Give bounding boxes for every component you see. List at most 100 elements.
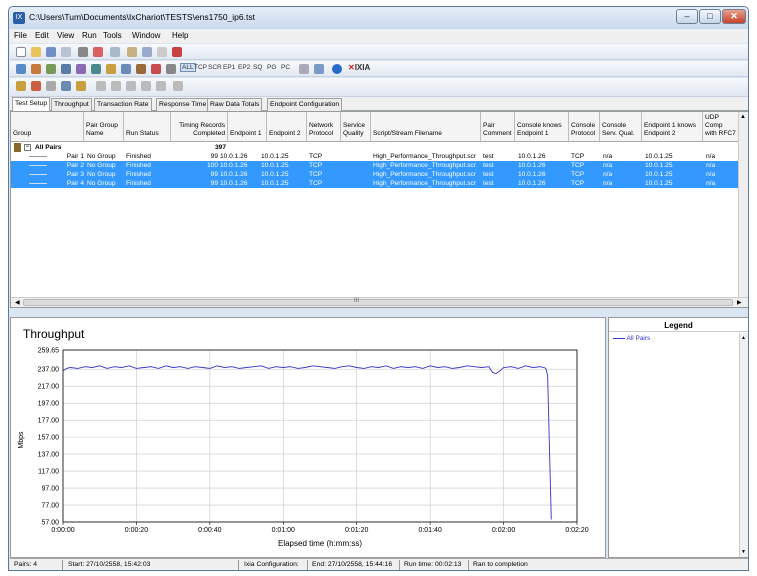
stop-icon[interactable] (93, 47, 103, 57)
filter-pc[interactable]: PC (281, 64, 290, 71)
group-row[interactable]: − All Pairs 397 (11, 143, 748, 152)
view-graph-icon[interactable] (111, 81, 121, 91)
open-icon[interactable] (31, 47, 41, 57)
forward-icon[interactable] (314, 64, 324, 74)
menu-window[interactable]: Window (132, 31, 160, 40)
abort-icon[interactable] (31, 81, 41, 91)
scroll-left-arrow-icon[interactable]: ◀ (15, 299, 20, 306)
tab-throughput[interactable]: Throughput (51, 98, 92, 111)
col-endpoint-2[interactable]: Endpoint 2 (267, 112, 307, 142)
legend-item[interactable]: All Pairs (613, 335, 650, 342)
table-row[interactable]: Pair 4 No Group Finished 99 10.0.1.26 10… (11, 179, 748, 188)
col-pair-group-name[interactable]: Pair Group Name (84, 112, 124, 142)
tab-transaction-rate[interactable]: Transaction Rate (94, 98, 152, 111)
copy-icon[interactable] (110, 47, 120, 57)
add-multicast-icon[interactable] (31, 64, 41, 74)
throughput-chart-pane: Throughput 259.65 237.00 217.00 197.00 177.00… (10, 317, 606, 558)
save-icon[interactable] (46, 47, 56, 57)
timing-records: 99 (210, 171, 218, 178)
filter-tcp[interactable]: TCP (194, 64, 207, 71)
info-icon[interactable] (166, 64, 176, 74)
filter-ep2[interactable]: EP2 (238, 64, 250, 71)
minimize-button[interactable]: – (676, 9, 698, 24)
table-vertical-scrollbar[interactable]: ▲ (738, 112, 748, 307)
col-service-quality[interactable]: Service Quality (341, 112, 371, 142)
col-timing-records[interactable]: Timing Records Completed (171, 112, 228, 142)
print-icon[interactable] (61, 47, 71, 57)
endpoint-icon[interactable] (76, 64, 86, 74)
paste-icon[interactable] (127, 47, 137, 57)
menu-help[interactable]: Help (172, 31, 188, 40)
menu-file[interactable]: File (14, 31, 27, 40)
legend-item-label: All Pairs (626, 335, 651, 342)
col-group[interactable]: Group (11, 112, 84, 142)
filter-pg[interactable]: PG (267, 64, 276, 71)
scroll-up-arrow-icon[interactable]: ▲ (740, 114, 746, 120)
zoom-icon[interactable] (141, 81, 151, 91)
table-row[interactable]: Pair 3 No Group Finished 99 10.0.1.26 10… (11, 170, 748, 179)
clipboard-icon[interactable] (142, 47, 152, 57)
chart-icon[interactable] (136, 64, 146, 74)
add-pair-icon[interactable] (16, 64, 26, 74)
col-console-serv-qual[interactable]: Console Serv. Qual. (600, 112, 642, 142)
find-icon[interactable] (172, 47, 182, 57)
refresh-icon[interactable] (156, 81, 166, 91)
col-console-knows-ep1[interactable]: Console knows Endpoint 1 (515, 112, 569, 142)
col-udp-comp[interactable]: UDP Comp with RFC7 (703, 112, 739, 142)
legend-scroll-up-icon[interactable]: ▲ (741, 335, 746, 341)
view-both-icon[interactable] (126, 81, 136, 91)
tab-response-time[interactable]: Response Time (156, 98, 210, 111)
stop-run-icon[interactable] (46, 81, 56, 91)
export-icon[interactable] (173, 81, 183, 91)
col-ep1-knows-ep2[interactable]: Endpoint 1 knows Endpoint 2 (642, 112, 703, 142)
app-icon[interactable]: IX (13, 12, 25, 24)
group-icon[interactable] (61, 64, 71, 74)
table-row[interactable]: Pair 2 No Group Finished 100 10.0.1.26 1… (11, 161, 748, 170)
network-icon[interactable] (91, 64, 101, 74)
col-pair-comment[interactable]: Pair Comment (481, 112, 515, 142)
scroll-thumb[interactable]: III (23, 298, 733, 306)
pair-comment: test (483, 180, 494, 187)
scroll-right-arrow-icon[interactable]: ▶ (737, 299, 742, 306)
filter-scr[interactable]: SCR (208, 64, 222, 71)
maximize-button[interactable]: □ (699, 9, 721, 24)
network-protocol: TCP (309, 153, 323, 160)
legend-scroll-down-icon[interactable]: ▼ (741, 549, 746, 555)
legend-scrollbar[interactable]: ▲ ▼ (739, 333, 748, 557)
tab-endpoint-configuration[interactable]: Endpoint Configuration (267, 98, 343, 111)
menu-tools[interactable]: Tools (103, 31, 122, 40)
graph-icon[interactable] (121, 64, 131, 74)
table-row[interactable]: Pair 1 No Group Finished 99 10.0.1.26 10… (11, 152, 748, 161)
filter-ep1[interactable]: EP1 (223, 64, 235, 71)
result-tabs: Test Setup Throughput Transaction Rate R… (10, 97, 748, 111)
filter-sq[interactable]: SQ (253, 64, 262, 71)
cut-icon[interactable] (78, 47, 88, 57)
console-knows-ep1: 10.0.1.26 (518, 180, 546, 187)
menu-edit[interactable]: Edit (35, 31, 49, 40)
help-icon[interactable] (332, 64, 342, 74)
options-icon[interactable] (76, 81, 86, 91)
run-status: Finished (126, 162, 151, 169)
poll-icon[interactable] (61, 81, 71, 91)
col-run-status[interactable]: Run Status (124, 112, 171, 142)
view-table-icon[interactable] (96, 81, 106, 91)
back-icon[interactable] (299, 64, 309, 74)
new-icon[interactable] (16, 47, 26, 57)
tab-raw-data-totals[interactable]: Raw Data Totals (207, 98, 263, 111)
col-network-protocol[interactable]: Network Protocol (307, 112, 341, 142)
tab-test-setup[interactable]: Test Setup (12, 97, 51, 111)
col-script-filename[interactable]: Script/Stream Filename (371, 112, 481, 142)
collapse-icon[interactable]: − (24, 144, 31, 151)
tree-line (29, 174, 47, 175)
delete-icon[interactable] (157, 47, 167, 57)
table-horizontal-scrollbar[interactable]: ◀ III ▶ (11, 297, 748, 307)
close-button[interactable]: ✕ (722, 9, 746, 24)
col-console-protocol[interactable]: Console Protocol (569, 112, 600, 142)
script-icon[interactable] (106, 64, 116, 74)
menu-view[interactable]: View (57, 31, 74, 40)
run-icon[interactable] (16, 81, 26, 91)
edit-pair-icon[interactable] (46, 64, 56, 74)
report-icon[interactable] (151, 64, 161, 74)
col-endpoint-1[interactable]: Endpoint 1 (228, 112, 267, 142)
menu-run[interactable]: Run (82, 31, 97, 40)
